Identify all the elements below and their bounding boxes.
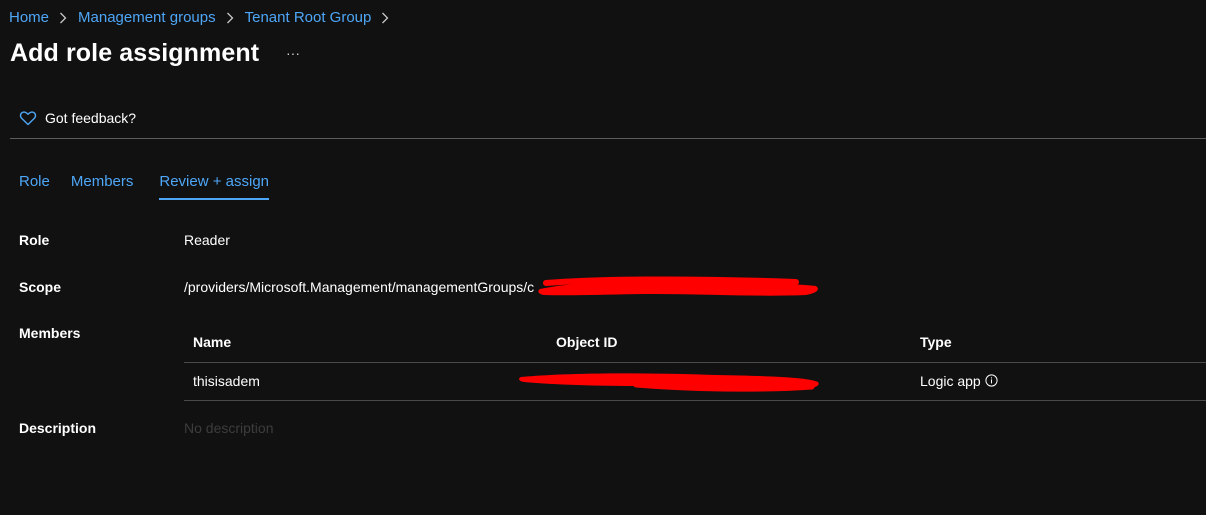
members-table: Name Object ID Type thisisadem Logic app	[184, 324, 1206, 401]
command-bar: Got feedback?	[10, 104, 1206, 132]
chevron-right-icon	[59, 12, 67, 24]
members-label: Members	[19, 325, 81, 341]
feedback-button[interactable]: Got feedback?	[10, 109, 136, 127]
members-table-header: Name Object ID Type	[184, 324, 1206, 363]
breadcrumb-management-groups[interactable]: Management groups	[78, 8, 216, 28]
member-type-label: Logic app	[920, 373, 981, 389]
tab-role[interactable]: Role	[19, 172, 50, 200]
more-options-button[interactable]: ···	[282, 41, 304, 65]
chevron-right-icon	[226, 12, 234, 24]
description-label: Description	[19, 420, 97, 436]
heart-icon	[19, 111, 37, 126]
column-header-object-id[interactable]: Object ID	[556, 324, 617, 360]
column-header-name[interactable]: Name	[193, 324, 231, 360]
toolbar-divider	[10, 138, 1206, 139]
info-icon[interactable]	[985, 374, 998, 387]
member-name: thisisadem	[193, 373, 260, 389]
column-header-type[interactable]: Type	[920, 324, 952, 360]
wizard-tabs: Role Members Review + assign	[19, 172, 290, 200]
breadcrumb-tenant-root-group[interactable]: Tenant Root Group	[245, 8, 372, 28]
description-value: No description	[184, 420, 274, 436]
role-label: Role	[19, 232, 50, 248]
role-value: Reader	[184, 232, 230, 248]
tab-members[interactable]: Members	[71, 172, 134, 200]
breadcrumb-home[interactable]: Home	[9, 8, 49, 28]
add-role-assignment-page: Home Management groups Tenant Root Group…	[0, 0, 1206, 515]
table-row: thisisadem Logic app	[184, 363, 1206, 401]
tab-review-assign[interactable]: Review + assign	[159, 172, 270, 200]
feedback-label: Got feedback?	[45, 110, 137, 126]
page-title: Add role assignment	[10, 39, 260, 67]
scope-label: Scope	[19, 279, 62, 295]
member-type: Logic app	[920, 363, 998, 400]
scope-redaction-mark	[538, 276, 818, 296]
chevron-right-icon	[381, 12, 389, 24]
breadcrumb: Home Management groups Tenant Root Group	[9, 8, 400, 28]
scope-value: /providers/Microsoft.Management/manageme…	[184, 279, 535, 295]
